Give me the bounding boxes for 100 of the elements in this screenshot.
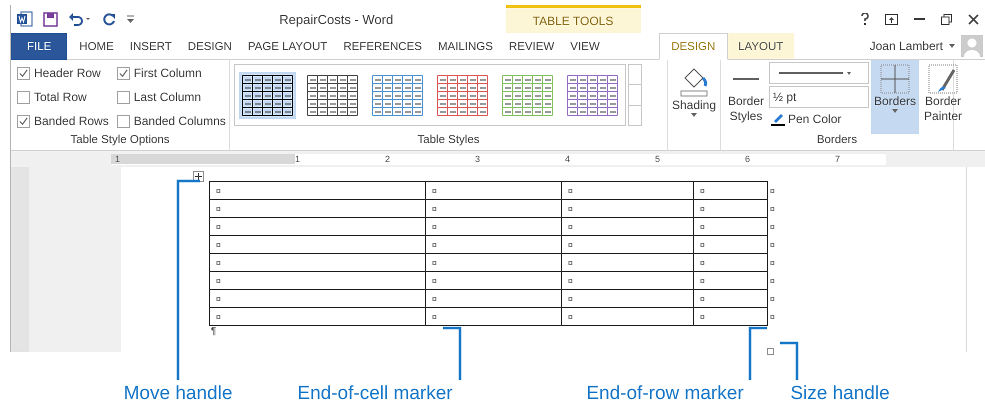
option-checkbox[interactable]: Banded Columns	[116, 112, 226, 130]
end-of-cell-marker: ¤	[216, 186, 221, 196]
end-of-row-marker: ¤	[770, 204, 775, 214]
ribbon-tab[interactable]: LAYOUT	[728, 33, 794, 60]
end-of-row-marker: ¤	[770, 276, 775, 286]
leader-line	[780, 342, 798, 380]
ribbon-tab[interactable]: REVIEW	[500, 33, 562, 60]
ribbon-tab[interactable]: DESIGN	[180, 33, 240, 60]
ribbon-tab[interactable]: HOME	[71, 33, 122, 60]
user-name[interactable]: Joan Lambert	[870, 39, 943, 53]
end-of-row-marker: ¤	[770, 258, 775, 268]
paintbrush-grid-icon	[928, 64, 958, 94]
end-of-cell-marker: ¤	[216, 294, 221, 304]
paragraph-mark: ¶	[210, 326, 216, 337]
end-of-cell-marker: ¤	[700, 276, 705, 286]
checkbox-icon[interactable]	[116, 90, 130, 104]
customize-toolbar-icon[interactable]	[127, 15, 134, 23]
pen-icon	[771, 112, 785, 126]
vertical-scrollbar[interactable]	[966, 167, 985, 352]
end-of-cell-marker: ¤	[568, 258, 573, 268]
table-style-thumbnail[interactable]	[239, 72, 296, 118]
leader-line	[748, 326, 767, 380]
ribbon-tab[interactable]: INSERT	[122, 33, 180, 60]
end-of-cell-marker: ¤	[700, 294, 705, 304]
end-of-cell-marker: ¤	[432, 240, 437, 250]
end-of-cell-marker: ¤	[216, 312, 221, 322]
ribbon-tab[interactable]: REFERENCES	[335, 33, 430, 60]
borders-grid-icon	[880, 64, 910, 94]
end-of-cell-marker: ¤	[432, 312, 437, 322]
option-checkbox[interactable]: Total Row	[17, 88, 109, 106]
size-handle-icon[interactable]	[766, 348, 774, 355]
end-of-cell-marker: ¤	[700, 240, 705, 250]
ribbon-tab[interactable]: VIEW	[562, 33, 608, 60]
end-of-cell-marker: ¤	[700, 312, 705, 322]
end-of-cell-marker: ¤	[432, 186, 437, 196]
option-checkbox[interactable]: Header Row	[17, 64, 109, 82]
callout-label: Move handle	[124, 383, 232, 403]
line-weight-dropdown[interactable]: ½ pt	[769, 86, 869, 108]
line-icon	[733, 78, 759, 80]
end-of-cell-marker: ¤	[700, 204, 705, 214]
end-of-cell-marker: ¤	[568, 204, 573, 214]
borders-button[interactable]: Borders	[871, 60, 920, 134]
undo-icon[interactable]	[68, 12, 92, 26]
end-of-cell-marker: ¤	[568, 222, 573, 232]
end-of-cell-marker: ¤	[216, 258, 221, 268]
restore-icon[interactable]	[941, 14, 952, 24]
end-of-row-marker: ¤	[770, 240, 775, 250]
end-of-cell-marker: ¤	[216, 222, 221, 232]
shading-button[interactable]: Shading	[668, 60, 720, 121]
option-checkbox[interactable]: Last Column	[116, 88, 226, 106]
checkbox-icon[interactable]	[116, 66, 130, 80]
gallery-scrollbar[interactable]	[628, 64, 642, 126]
close-icon[interactable]	[968, 14, 979, 24]
end-of-cell-marker: ¤	[568, 240, 573, 250]
checkbox-icon[interactable]	[116, 114, 130, 128]
group-label: Borders	[816, 134, 858, 148]
ribbon-tab[interactable]: FILE	[11, 33, 68, 60]
checkbox-icon[interactable]	[17, 66, 30, 80]
ribbon-tab[interactable]: PAGE LAYOUT	[240, 33, 336, 60]
end-of-cell-marker: ¤	[432, 294, 437, 304]
end-of-cell-marker: ¤	[432, 276, 437, 286]
line-style-dropdown[interactable]	[769, 62, 869, 84]
caret-icon	[691, 113, 697, 117]
ribbon-tab[interactable]: DESIGN	[659, 33, 728, 60]
group-label: Table Styles	[416, 134, 480, 148]
option-checkbox[interactable]: First Column	[116, 64, 226, 82]
word-logo-icon	[17, 11, 33, 27]
end-of-row-marker: ¤	[770, 222, 775, 232]
checkbox-icon[interactable]	[17, 114, 30, 128]
caret-icon	[892, 109, 898, 113]
callout-label: End-of-cell marker	[297, 383, 453, 403]
end-of-cell-marker: ¤	[216, 240, 221, 250]
end-of-row-marker: ¤	[770, 294, 775, 304]
border-painter-button[interactable]: Border Painter	[921, 60, 966, 134]
option-checkbox[interactable]: Banded Rows	[17, 112, 109, 130]
ribbon-tab[interactable]: MAILINGS	[430, 33, 501, 60]
leader-line	[443, 326, 462, 380]
end-of-cell-marker: ¤	[432, 258, 437, 268]
horizontal-ruler[interactable]: 1 1 2 3 4 5 6 7	[111, 154, 886, 164]
checkbox-icon[interactable]	[17, 90, 30, 104]
save-icon[interactable]	[43, 12, 58, 26]
end-of-cell-marker: ¤	[568, 186, 573, 196]
end-of-cell-marker: ¤	[700, 186, 705, 196]
help-icon[interactable]	[861, 13, 869, 25]
group-label: Table Style Options	[69, 134, 171, 148]
pen-color-button[interactable]: Pen Color	[769, 110, 869, 128]
redo-icon[interactable]	[102, 12, 117, 26]
callout-label: Size handle	[790, 383, 890, 403]
end-of-row-marker: ¤	[770, 186, 775, 196]
caret-icon[interactable]	[949, 44, 955, 48]
end-of-cell-marker: ¤	[216, 276, 221, 286]
end-of-cell-marker: ¤	[216, 204, 221, 214]
ribbon-display-icon[interactable]	[885, 14, 898, 24]
end-of-cell-marker: ¤	[700, 222, 705, 232]
end-of-cell-marker: ¤	[568, 312, 573, 322]
end-of-cell-marker: ¤	[700, 258, 705, 268]
border-styles-button[interactable]: Border Styles	[725, 60, 767, 134]
contextual-tab-header: TABLE TOOLS	[506, 5, 640, 33]
end-of-cell-marker: ¤	[432, 204, 437, 214]
move-handle-icon[interactable]	[192, 171, 204, 182]
